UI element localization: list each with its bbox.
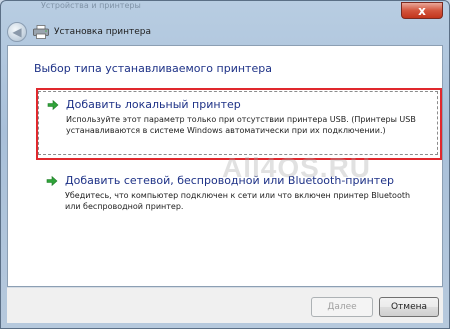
option-title: Добавить локальный принтер: [66, 98, 241, 111]
green-arrow-icon: [47, 99, 59, 110]
option-description: Используйте этот параметр только при отс…: [66, 115, 416, 135]
wizard-content: Выбор типа устанавливаемого принтера Доб…: [7, 45, 443, 287]
close-button[interactable]: x: [401, 2, 443, 19]
background-caption: Устройства и принтеры: [41, 1, 141, 10]
page-heading: Выбор типа устанавливаемого принтера: [34, 62, 272, 75]
close-icon: x: [418, 3, 426, 18]
button-bar: Далее Отмена: [7, 287, 443, 323]
cancel-button[interactable]: Отмена: [379, 297, 439, 317]
back-button[interactable]: ◀: [7, 22, 27, 42]
watermark: All4OS.RU: [222, 152, 372, 183]
add-local-printer-option[interactable]: Добавить локальный принтер Используйте э…: [38, 91, 438, 155]
next-button[interactable]: Далее: [311, 297, 373, 317]
window-title: Установка принтера: [54, 27, 152, 37]
green-arrow-icon: [46, 175, 58, 186]
title-row: ◀ Установка принтера: [7, 20, 443, 44]
window-frame: Устройства и принтеры x ◀ Установка прин…: [0, 0, 450, 329]
back-arrow-icon: ◀: [12, 25, 22, 39]
printer-icon: [33, 25, 49, 39]
option-description: Убедитесь, что компьютер подключен к сет…: [65, 191, 411, 211]
